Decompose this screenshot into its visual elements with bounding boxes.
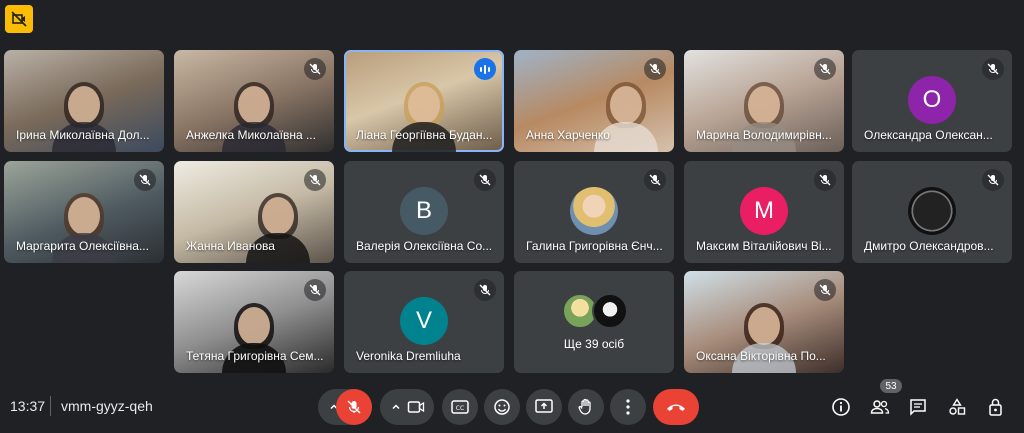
info-icon (832, 398, 850, 416)
participant-name: Маргарита Олексіївна... (16, 239, 149, 253)
participant-count-badge: 53 (880, 379, 902, 393)
activities-shapes-icon (949, 398, 966, 415)
mic-off-icon (644, 169, 666, 191)
camera-toggle-button[interactable] (398, 389, 434, 425)
more-options-button[interactable] (610, 389, 646, 425)
mic-off-icon (982, 169, 1004, 191)
camera-control-group (380, 389, 434, 425)
participant-logo-avatar (908, 187, 956, 235)
activities-button[interactable] (944, 394, 970, 420)
participant-tile[interactable]: V Veronika Dremliuha (344, 271, 504, 373)
participant-avatar: B (400, 187, 448, 235)
present-screen-icon (535, 399, 553, 413)
participant-tile[interactable]: Оксана Вікторівна По... (684, 271, 844, 373)
mic-off-icon (134, 169, 156, 191)
more-participants-label: Ще 39 осіб (563, 337, 625, 351)
mic-off-icon (304, 58, 326, 80)
present-screen-button[interactable] (526, 389, 562, 425)
mic-off-icon (304, 279, 326, 301)
people-icon (870, 400, 890, 414)
participant-tile[interactable]: Жанна Иванова (174, 161, 334, 263)
participant-name: Ірина Миколаївна Дол... (16, 128, 150, 142)
hang-up-icon (667, 404, 685, 411)
hand-icon (578, 398, 591, 415)
end-call-button[interactable] (653, 389, 699, 425)
reactions-button[interactable] (484, 389, 520, 425)
chat-button[interactable] (905, 394, 931, 420)
participant-name: Марина Володимирівн... (696, 128, 832, 142)
participant-tile[interactable]: M Максим Віталійович Ві... (684, 161, 844, 263)
participant-name: Валерія Олексіївна Со... (356, 239, 493, 253)
participant-name: Олександра Олексан... (864, 128, 993, 142)
people-button[interactable] (867, 394, 893, 420)
participant-name: Жанна Иванова (186, 239, 275, 253)
microphone-toggle-button[interactable] (336, 389, 372, 425)
participant-name: Анжелка Миколаївна ... (186, 128, 316, 142)
participant-name: Оксана Вікторівна По... (696, 349, 826, 363)
speaking-indicator-icon (474, 58, 496, 80)
more-participants-tile[interactable]: Ще 39 осіб (514, 271, 674, 373)
participant-tile[interactable]: O Олександра Олексан... (852, 50, 1012, 152)
participant-avatar: M (740, 187, 788, 235)
participant-tile[interactable]: Анна Харченко (514, 50, 674, 152)
lock-person-icon (989, 398, 1002, 416)
mic-off-icon (644, 58, 666, 80)
svg-text:CC: CC (456, 405, 464, 412)
participant-name: Максим Віталійович Ві... (696, 239, 832, 253)
participant-name: Анна Харченко (526, 128, 610, 142)
meeting-details-button[interactable] (828, 394, 854, 420)
chat-icon (910, 399, 926, 416)
mic-off-icon (474, 279, 496, 301)
participant-tile[interactable]: Маргарита Олексіївна... (4, 161, 164, 263)
more-vert-icon (626, 399, 630, 415)
participant-name: Veronika Dremliuha (356, 349, 461, 363)
participant-tile[interactable]: Марина Володимирівн... (684, 50, 844, 152)
meeting-code[interactable]: vmm-gyyz-qeh (61, 398, 153, 414)
recording-indicator-icon[interactable] (5, 5, 33, 33)
participant-avatar: V (400, 297, 448, 345)
participant-photo-avatar (570, 187, 618, 235)
captions-button[interactable]: CC (442, 389, 478, 425)
participant-name: Галина Григорівна Єнч... (526, 239, 663, 253)
emoji-icon (494, 399, 510, 415)
participant-name: Ліана Георгіївна Будан... (356, 128, 493, 142)
mic-off-icon (474, 169, 496, 191)
mic-off-icon (814, 279, 836, 301)
participant-tile[interactable]: Анжелка Миколаївна ... (174, 50, 334, 152)
participant-tile[interactable]: Ірина Миколаївна Дол... (4, 50, 164, 152)
participant-name: Дмитро Олександров... (864, 239, 994, 253)
mic-off-icon (982, 58, 1004, 80)
participant-tile[interactable]: B Валерія Олексіївна Со... (344, 161, 504, 263)
participant-tile[interactable]: Тетяна Григорівна Сем... (174, 271, 334, 373)
mic-off-icon (814, 58, 836, 80)
mic-off-icon (304, 169, 326, 191)
more-participants-avatars (562, 293, 628, 329)
participant-avatar: O (908, 76, 956, 124)
participant-tile[interactable]: Галина Григорівна Єнч... (514, 161, 674, 263)
host-controls-button[interactable] (983, 394, 1009, 420)
participant-tile-active-speaker[interactable]: Ліана Георгіївна Будан... (344, 50, 504, 152)
meeting-clock: 13:37 (10, 398, 46, 414)
microphone-control-group (318, 389, 372, 425)
participant-tile[interactable]: Дмитро Олександров... (852, 161, 1012, 263)
mic-off-icon (814, 169, 836, 191)
raise-hand-button[interactable] (568, 389, 604, 425)
divider (50, 396, 51, 416)
participant-name: Тетяна Григорівна Сем... (186, 349, 324, 363)
closed-captions-icon: CC (451, 400, 469, 414)
